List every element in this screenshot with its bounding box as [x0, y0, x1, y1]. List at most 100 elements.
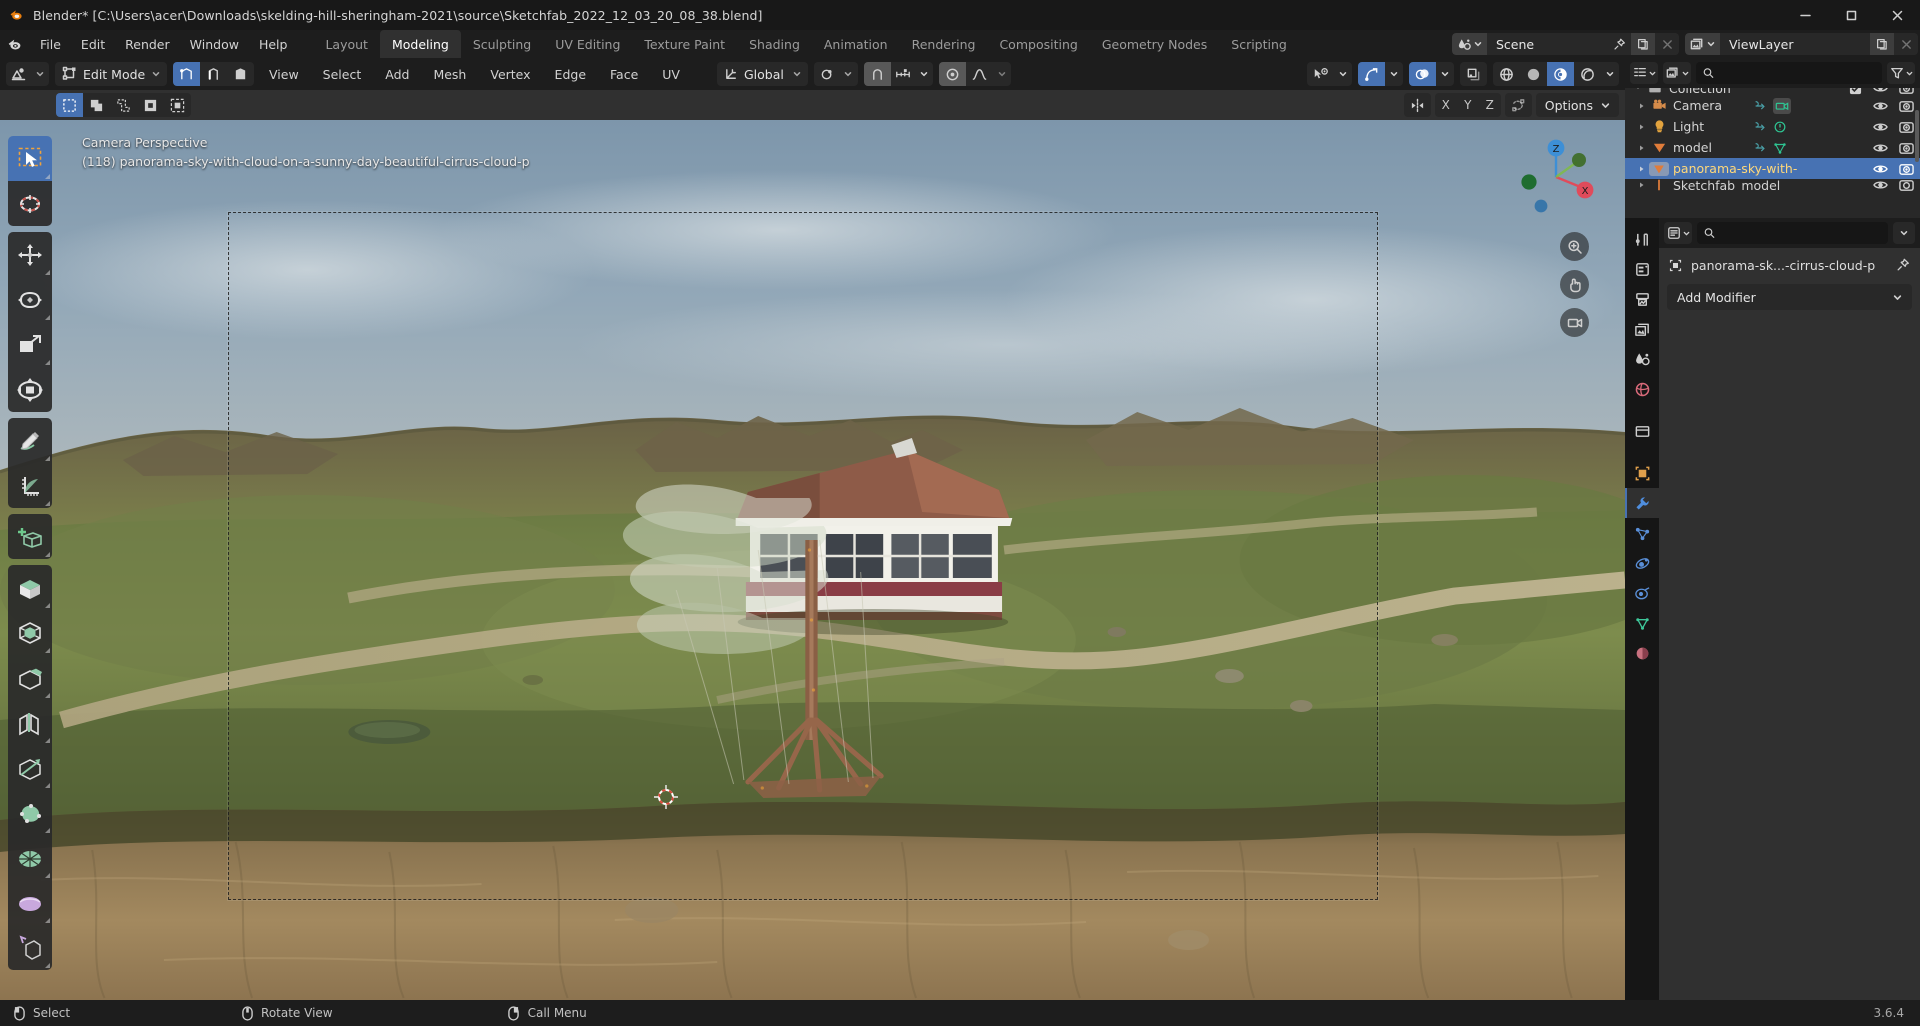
viewlayer-icon[interactable] — [1685, 33, 1720, 55]
vertex-select-mode[interactable] — [173, 62, 200, 86]
transform-orientation-selector[interactable]: Global — [716, 62, 808, 86]
wireframe-shading[interactable] — [1493, 62, 1520, 86]
viewlayer-name[interactable]: ViewLayer — [1720, 33, 1870, 55]
eye-icon[interactable] — [1873, 162, 1888, 176]
outliner-display-mode-icon[interactable] — [1663, 62, 1691, 84]
checkbox-icon[interactable] — [1849, 88, 1862, 95]
annotate-tool[interactable] — [8, 418, 52, 463]
scene-selector[interactable]: Scene — [1452, 33, 1679, 55]
data-tab[interactable] — [1625, 608, 1659, 638]
camera-render-icon[interactable] — [1899, 120, 1914, 134]
tab-texture-paint[interactable]: Texture Paint — [632, 30, 737, 58]
move-tool[interactable] — [8, 232, 52, 277]
maximize-icon[interactable] — [1828, 0, 1874, 30]
poly-build-tool[interactable] — [8, 790, 52, 835]
shear-tool[interactable] — [8, 925, 52, 970]
outliner-row-panorama-sky[interactable]: panorama-sky-with- — [1625, 158, 1920, 179]
eye-icon[interactable] — [1873, 141, 1888, 155]
disclosure-triangle-icon[interactable] — [1635, 181, 1649, 189]
symmetry-z-button[interactable]: Z — [1478, 93, 1501, 117]
inset-faces-tool[interactable] — [8, 610, 52, 655]
outliner-row-model[interactable]: model — [1625, 137, 1920, 158]
loop-cut-tool[interactable] — [8, 700, 52, 745]
snap-chevron-down-icon[interactable] — [914, 62, 933, 86]
output-tab[interactable] — [1625, 284, 1659, 314]
viewport-menu-vertex[interactable]: Vertex — [481, 62, 539, 86]
camera-render-icon[interactable] — [1899, 99, 1914, 113]
viewlayer-selector[interactable]: ViewLayer — [1685, 33, 1918, 55]
topology-mirror-icon[interactable] — [1504, 93, 1532, 117]
viewport-menu-add[interactable]: Add — [376, 62, 418, 86]
mirror-icon[interactable] — [1403, 93, 1431, 117]
viewport-3d-canvas[interactable]: Camera Perspective (118) panorama-sky-wi… — [0, 120, 1625, 1000]
camera-green-icon[interactable] — [1773, 97, 1791, 114]
disclosure-triangle-icon[interactable] — [1635, 144, 1649, 152]
add-modifier-button[interactable]: Add Modifier — [1667, 284, 1912, 310]
menu-edit[interactable]: Edit — [71, 30, 115, 58]
rotate-tool[interactable] — [8, 277, 52, 322]
eye-icon[interactable] — [1873, 99, 1888, 113]
overlays-icon[interactable] — [1409, 62, 1436, 86]
gizmo-icon[interactable] — [1358, 62, 1385, 86]
viewport-menu-view[interactable]: View — [260, 62, 308, 86]
spin-tool[interactable] — [8, 835, 52, 880]
world-tab[interactable] — [1625, 374, 1659, 404]
viewlayer-tab[interactable] — [1625, 314, 1659, 344]
smooth-tool[interactable] — [8, 880, 52, 925]
tab-animation[interactable]: Animation — [812, 30, 900, 58]
menu-render[interactable]: Render — [115, 30, 180, 58]
falloff-chevron-down-icon[interactable] — [992, 62, 1011, 86]
tab-layout[interactable]: Layout — [313, 30, 380, 58]
viewport-menu-uv[interactable]: UV — [653, 62, 689, 86]
mode-selector[interactable]: Edit Mode — [55, 62, 167, 86]
box-select[interactable] — [83, 93, 110, 117]
visibility-chevron-down-icon[interactable] — [1334, 62, 1352, 86]
menu-help[interactable]: Help — [249, 30, 298, 58]
disclosure-triangle-icon[interactable] — [1635, 102, 1649, 110]
properties-options-chevron-icon[interactable] — [1893, 222, 1915, 244]
outliner-search-box[interactable] — [1696, 62, 1882, 84]
editor-type-3dview-icon[interactable] — [6, 62, 49, 86]
disclosure-triangle-icon[interactable] — [1635, 123, 1649, 131]
viewport-menu-mesh[interactable]: Mesh — [424, 62, 475, 86]
outliner-row-camera[interactable]: Camera — [1625, 95, 1920, 116]
edge-select-mode[interactable] — [200, 62, 227, 86]
minimize-icon[interactable] — [1782, 0, 1828, 30]
outliner-search-input[interactable] — [1718, 66, 1875, 80]
properties-search-input[interactable] — [1719, 226, 1881, 240]
pan-nav-icon[interactable] — [1560, 270, 1589, 299]
visibility-selectability-icon[interactable] — [1307, 62, 1334, 86]
outliner-row-sketchfab-model[interactable]: Sketchfab_model — [1625, 179, 1920, 191]
tab-rendering[interactable]: Rendering — [900, 30, 988, 58]
properties-search-box[interactable] — [1697, 222, 1888, 244]
falloff-smooth-icon[interactable] — [965, 62, 993, 86]
remove-viewlayer-icon[interactable] — [1894, 33, 1918, 55]
menu-file[interactable]: File — [30, 30, 71, 58]
tab-sculpting[interactable]: Sculpting — [461, 30, 543, 58]
tab-modeling[interactable]: Modeling — [379, 30, 461, 58]
topbar-blender-logo-icon[interactable] — [0, 30, 30, 58]
eye-icon[interactable] — [1873, 88, 1888, 95]
symmetry-x-button[interactable]: X — [1434, 93, 1457, 117]
close-icon[interactable] — [1874, 0, 1920, 30]
transform-tool[interactable] — [8, 367, 52, 412]
tool-tab[interactable] — [1625, 224, 1659, 254]
new-viewlayer-copy-icon[interactable] — [1870, 33, 1894, 55]
scene-name[interactable]: Scene — [1487, 33, 1607, 55]
tweak-select[interactable] — [56, 93, 83, 117]
shading-chevron-down-icon[interactable] — [1601, 62, 1619, 86]
object-tab[interactable] — [1625, 458, 1659, 488]
modifier-tab[interactable] — [1625, 488, 1659, 518]
mesh-green-icon[interactable] — [1773, 141, 1787, 155]
viewport-navigation-gizmo[interactable]: Z X — [1515, 136, 1597, 218]
outliner-tree[interactable]: Collection Camera Light model panorama-s… — [1625, 88, 1920, 218]
rendered-shading[interactable] — [1574, 62, 1601, 86]
eye-icon[interactable] — [1873, 179, 1888, 191]
outliner-row-light[interactable]: Light — [1625, 116, 1920, 137]
tweak-tool[interactable] — [8, 136, 52, 181]
circle-select[interactable] — [110, 93, 137, 117]
symmetry-y-button[interactable]: Y — [1456, 93, 1479, 117]
extrude-region-tool[interactable] — [8, 565, 52, 610]
particles-tab[interactable] — [1625, 518, 1659, 548]
gizmo-chevron-down-icon[interactable] — [1385, 62, 1403, 86]
